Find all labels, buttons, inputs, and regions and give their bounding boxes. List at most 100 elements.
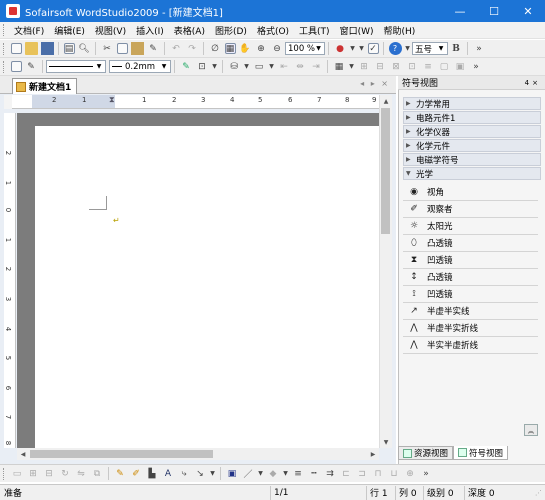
connector-icon[interactable]: ⤷ xyxy=(178,467,191,480)
pencil-icon[interactable]: ✎ xyxy=(114,467,127,480)
close-icon[interactable]: ✕ xyxy=(511,0,545,22)
chevron-down-icon[interactable]: ▼ xyxy=(349,60,355,73)
symbol-item[interactable]: ⟟ 凹透镜 xyxy=(403,286,538,303)
grid-snap-icon[interactable]: ⊔ xyxy=(388,467,401,480)
arrow-tool-icon[interactable]: ↘ xyxy=(194,467,207,480)
vertical-scroll-thumb[interactable] xyxy=(381,108,390,234)
menu-file[interactable]: 文档(F) xyxy=(9,24,49,37)
save-icon[interactable] xyxy=(40,42,54,55)
scroll-left-icon[interactable]: ◀ xyxy=(17,448,29,460)
menu-table[interactable]: 表格(A) xyxy=(169,24,210,37)
cell-align-icon[interactable]: ≡ xyxy=(422,60,435,73)
zoom-in-icon[interactable]: ⊕ xyxy=(255,42,268,55)
insert-col-icon[interactable]: ⊟ xyxy=(374,60,387,73)
chevron-down-icon[interactable]: ▼ xyxy=(210,467,216,480)
redo-icon[interactable]: ↷ xyxy=(186,42,199,55)
symbol-item[interactable]: ☼ 太阳光 xyxy=(403,218,538,235)
format-painter-icon[interactable]: ✎ xyxy=(147,42,160,55)
symbol-item[interactable]: ◉ 视角 xyxy=(403,184,538,201)
edit-frame-icon[interactable]: ✎ xyxy=(25,60,38,73)
menu-window[interactable]: 窗口(W) xyxy=(335,24,379,37)
open-folder-icon[interactable] xyxy=(24,42,38,55)
color-tool-icon[interactable]: ● xyxy=(334,42,347,55)
document-page[interactable]: ↵ xyxy=(35,126,379,448)
symbol-item[interactable]: ✐ 观察者 xyxy=(403,201,538,218)
collapse-button[interactable]: ︽ xyxy=(524,424,538,436)
select-icon[interactable]: ▭ xyxy=(11,467,24,480)
line-weight-icon[interactable]: ≡ xyxy=(292,467,305,480)
panel-close-icon[interactable]: × xyxy=(532,79,541,87)
line-color-icon[interactable]: ／ xyxy=(242,467,255,480)
maximize-icon[interactable]: ☐ xyxy=(477,0,511,22)
copy-icon[interactable] xyxy=(116,43,128,54)
resize-grip-icon[interactable]: ⋰ xyxy=(508,486,545,500)
toolbar-overflow-icon[interactable]: » xyxy=(473,42,486,55)
dash-style-icon[interactable]: ┅ xyxy=(308,467,321,480)
symbol-item[interactable]: ⋀ 半实半虚折线 xyxy=(403,337,538,354)
paint-bucket-icon[interactable]: ⛁ xyxy=(228,60,241,73)
flip-icon[interactable]: ⇋ xyxy=(75,467,88,480)
zoom-out-icon[interactable]: ⊖ xyxy=(271,42,284,55)
chevron-down-icon[interactable]: ▼ xyxy=(405,42,411,55)
horizontal-ruler[interactable]: 2 1 1 2 3 4 5 6 7 8 9 ⧗ xyxy=(12,95,379,109)
hand-icon[interactable]: ✋ xyxy=(239,42,252,55)
minimize-icon[interactable]: — xyxy=(443,0,477,22)
paste-icon[interactable] xyxy=(130,42,144,55)
undo-icon[interactable]: ↶ xyxy=(170,42,183,55)
tab-resource-view[interactable]: 资源视图 xyxy=(398,446,454,460)
insert-row-icon[interactable]: ⊞ xyxy=(358,60,371,73)
grid-icon[interactable]: ▦ xyxy=(224,43,236,54)
fill-icon[interactable]: ⊡ xyxy=(196,60,209,73)
pin-tool-icon[interactable]: ✓ xyxy=(367,43,379,54)
align-right-icon[interactable]: ⇥ xyxy=(310,60,323,73)
chevron-down-icon[interactable]: ▼ xyxy=(244,60,250,73)
text-tool-icon[interactable]: A xyxy=(162,467,175,480)
symbol-item[interactable]: ↕ 凸透镜 xyxy=(403,269,538,286)
bold-button[interactable]: B xyxy=(450,42,463,55)
align-left-icon[interactable]: ⇤ xyxy=(278,60,291,73)
cell-shade-icon[interactable]: ▣ xyxy=(454,60,467,73)
symbol-item[interactable]: ⬯ 凸透镜 xyxy=(403,235,538,252)
distribute-icon[interactable]: ⊐ xyxy=(356,467,369,480)
scroll-down-icon[interactable]: ▼ xyxy=(380,436,392,448)
menu-format[interactable]: 格式(O) xyxy=(252,24,294,37)
cut-icon[interactable]: ✂ xyxy=(101,42,114,55)
pen-color-icon[interactable]: ✎ xyxy=(180,60,193,73)
category-optics[interactable]: ▼ 光学 xyxy=(403,167,541,180)
fill-color-icon[interactable]: ◆ xyxy=(267,467,280,480)
chevron-down-icon[interactable]: ▼ xyxy=(283,467,289,480)
print-preview-icon[interactable]: 🔍︎ xyxy=(78,42,91,55)
line-style-select[interactable]: ▼ xyxy=(46,60,106,73)
line-width-select[interactable]: 0.2mm ▼ xyxy=(109,60,171,73)
chevron-down-icon[interactable]: ▼ xyxy=(212,60,218,73)
menu-insert[interactable]: 插入(I) xyxy=(131,24,169,37)
category-circuit[interactable]: ▶ 电路元件1 xyxy=(403,111,541,124)
new-document-icon[interactable] xyxy=(10,43,22,54)
tab-document1[interactable]: 新建文档1 xyxy=(12,78,78,94)
shadow-icon[interactable]: ▭ xyxy=(253,60,266,73)
toolbar-overflow-icon[interactable]: » xyxy=(470,60,483,73)
print-icon[interactable]: ▤ xyxy=(63,43,75,54)
symbol-item[interactable]: ⋀ 半虚半实折线 xyxy=(403,320,538,337)
symbol-item[interactable]: ⧗ 凹透镜 xyxy=(403,252,538,269)
rotate-icon[interactable]: ↻ xyxy=(59,467,72,480)
menu-tools[interactable]: 工具(T) xyxy=(294,24,335,37)
formula-icon[interactable]: ∅ xyxy=(209,42,222,55)
brush-icon[interactable]: ✐ xyxy=(130,467,143,480)
chevron-down-icon[interactable]: ▼ xyxy=(258,467,264,480)
zoom-select[interactable]: 100 % ▼ xyxy=(285,42,325,55)
category-chem-instruments[interactable]: ▶ 化学仪器 xyxy=(403,125,541,138)
frame-icon[interactable] xyxy=(10,61,22,72)
merge-cells-icon[interactable]: ⊠ xyxy=(390,60,403,73)
chevron-down-icon[interactable]: ▼ xyxy=(350,42,356,55)
chevron-down-icon[interactable]: ▼ xyxy=(359,42,365,55)
category-chem-elements[interactable]: ▶ 化学元件 xyxy=(403,139,541,152)
toolbar-overflow-icon[interactable]: » xyxy=(420,467,433,480)
split-cells-icon[interactable]: ⊡ xyxy=(406,60,419,73)
cell-border-icon[interactable]: ▢ xyxy=(438,60,451,73)
symbol-item[interactable]: ↗ 半虚半实线 xyxy=(403,303,538,320)
arrow-style-icon[interactable]: ⇉ xyxy=(324,467,337,480)
pin-icon[interactable]: 4 xyxy=(525,79,532,87)
align-objects-icon[interactable]: ⊏ xyxy=(340,467,353,480)
indent-marker-icon[interactable]: ⧗ xyxy=(109,95,115,105)
